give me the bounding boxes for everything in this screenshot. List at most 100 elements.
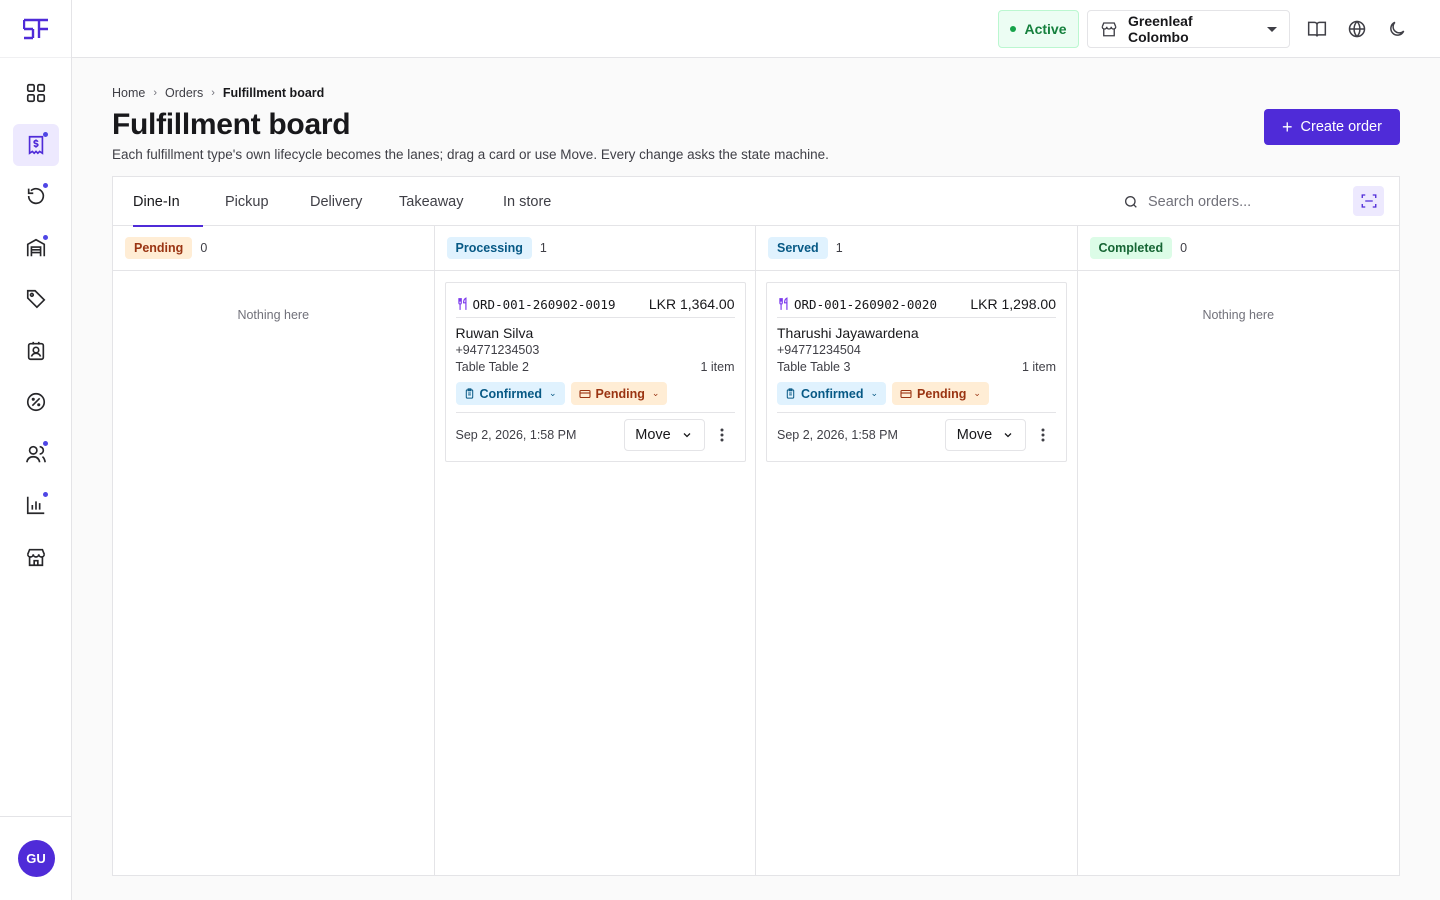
empty-state: Nothing here <box>237 308 310 322</box>
chip-label: Pending <box>917 386 967 401</box>
move-label: Move <box>956 427 993 443</box>
empty-state: Nothing here <box>1202 308 1275 322</box>
lane-badge: Completed <box>1089 237 1173 259</box>
percent-icon <box>26 392 46 412</box>
sidebar-item-customers[interactable] <box>13 330 59 372</box>
move-button[interactable]: Move <box>945 419 1026 451</box>
lane-completed: Completed 0 Nothing here <box>1077 226 1399 875</box>
lane-count: 0 <box>1180 241 1188 255</box>
more-options-icon[interactable] <box>1033 424 1053 446</box>
card-divider <box>455 412 735 413</box>
table-label: Table Table 3 <box>777 360 851 374</box>
tab-in-store[interactable]: In store <box>503 177 551 226</box>
clipboard-icon <box>465 388 473 399</box>
search-box <box>1123 189 1343 215</box>
utensils-icon <box>779 297 788 310</box>
chevron-down-icon <box>1004 433 1012 438</box>
sidebar-item-returns[interactable] <box>13 175 59 217</box>
lane-served: Served 1 ORD-001-260902-0020 LKR 1,298.0… <box>756 226 1078 875</box>
chevron-down-icon <box>683 433 691 438</box>
notification-dot <box>43 131 48 137</box>
book-icon[interactable] <box>1305 17 1329 41</box>
table-label: Table Table 2 <box>455 360 529 374</box>
card-header: ORD-001-260902-0020 LKR 1,298.00 <box>777 291 1056 318</box>
fulfillment-tabs: Dine-In Pickup Delivery Takeaway In stor… <box>113 177 1399 227</box>
more-options-icon[interactable] <box>712 424 732 446</box>
tab-dine-in[interactable]: Dine-In <box>133 177 203 227</box>
sf-logo-icon[interactable] <box>0 0 71 58</box>
sidebar-footer: GU <box>0 816 72 900</box>
lane-count: 0 <box>200 241 208 255</box>
lane-header: Served 1 <box>756 226 1077 271</box>
sidebar-item-staff[interactable] <box>13 433 59 475</box>
clipboard-icon <box>786 388 795 399</box>
sidebar-item-dashboard[interactable] <box>13 72 59 114</box>
topbar: Active Greenleaf Colombo <box>72 0 1440 58</box>
sidebar-item-orders[interactable] <box>13 123 59 166</box>
payment-status-chip[interactable]: Pending ⌄ <box>570 382 668 405</box>
order-status-chip[interactable]: Confirmed ⌄ <box>777 382 887 405</box>
store-icon <box>1101 22 1117 37</box>
lane-count: 1 <box>835 241 843 255</box>
lane-header: Pending 0 <box>113 226 434 271</box>
search-icon <box>1125 196 1137 208</box>
notification-dot <box>43 234 48 240</box>
card-divider <box>777 412 1056 413</box>
order-card[interactable]: ORD-001-260902-0020 LKR 1,298.00 Tharush… <box>766 282 1067 462</box>
item-count: 1 item <box>1021 360 1056 374</box>
notification-dot <box>43 183 48 188</box>
tab-takeaway[interactable]: Takeaway <box>399 177 463 226</box>
contact-icon <box>27 341 45 360</box>
order-card[interactable]: ORD-001-260902-0019 LKR 1,364.00 Ruwan S… <box>444 282 746 462</box>
order-status-chip[interactable]: Confirmed ⌄ <box>455 382 565 405</box>
sidebar-item-inventory[interactable] <box>13 227 59 269</box>
fulfillment-board: Dine-In Pickup Delivery Takeaway In stor… <box>112 176 1400 876</box>
move-button[interactable]: Move <box>623 419 705 451</box>
tab-pickup[interactable]: Pickup <box>225 177 269 226</box>
utensils-icon <box>457 297 466 310</box>
breadcrumb-orders[interactable]: Orders <box>165 86 203 100</box>
lane-processing: Processing 1 ORD-001-260902-0019 LKR 1,3… <box>434 226 756 875</box>
status-dot-icon <box>1010 26 1017 32</box>
sidebar-item-stores[interactable] <box>13 536 59 578</box>
lane-header: Processing 1 <box>434 226 755 271</box>
create-order-button[interactable]: + Create order <box>1264 109 1400 145</box>
card-icon <box>900 389 912 398</box>
warehouse-icon <box>26 238 46 256</box>
refresh-icon <box>27 187 45 205</box>
breadcrumb: Home › Orders › Fulfillment board <box>112 86 324 100</box>
order-amount: LKR 1,364.00 <box>648 296 735 312</box>
card-header: ORD-001-260902-0019 LKR 1,364.00 <box>455 291 735 318</box>
sidebar-item-promotions[interactable] <box>13 278 59 320</box>
sidebar: GU <box>0 0 72 900</box>
breadcrumb-home[interactable]: Home <box>112 86 145 100</box>
chevron-down-icon: ⌄ <box>549 388 557 398</box>
tab-delivery[interactable]: Delivery <box>310 177 362 226</box>
chip-label: Pending <box>595 386 645 401</box>
moon-icon[interactable] <box>1385 17 1409 41</box>
status-chips: Confirmed ⌄ Pending ⌄ <box>455 382 668 405</box>
order-date: Sep 2, 2026, 1:58 PM <box>777 428 898 442</box>
payment-status-chip[interactable]: Pending ⌄ <box>892 382 989 405</box>
customer-name: Tharushi Jayawardena <box>777 325 919 341</box>
order-id: ORD-001-260902-0020 <box>794 296 937 312</box>
store-selector[interactable]: Greenleaf Colombo <box>1087 10 1290 48</box>
order-date: Sep 2, 2026, 1:58 PM <box>455 428 577 442</box>
avatar[interactable]: GU <box>17 840 55 877</box>
sidebar-item-discounts[interactable] <box>13 381 59 423</box>
create-order-label: Create order <box>1300 119 1382 135</box>
scan-button[interactable] <box>1353 186 1384 216</box>
globe-icon[interactable] <box>1345 17 1369 41</box>
search-input[interactable] <box>1148 194 1328 210</box>
plus-icon: + <box>1282 117 1293 137</box>
chevron-right-icon: › <box>153 87 158 99</box>
status-badge: Active <box>998 10 1079 48</box>
status-chips: Confirmed ⌄ Pending ⌄ <box>777 382 989 405</box>
chip-label: Confirmed <box>479 386 543 401</box>
store-icon <box>26 548 46 566</box>
sidebar-item-reports[interactable] <box>13 484 59 526</box>
lane-count: 1 <box>539 241 547 255</box>
customer-phone: +94771234504 <box>777 343 861 357</box>
chevron-right-icon: › <box>211 87 215 99</box>
breadcrumb-current: Fulfillment board <box>222 86 325 100</box>
